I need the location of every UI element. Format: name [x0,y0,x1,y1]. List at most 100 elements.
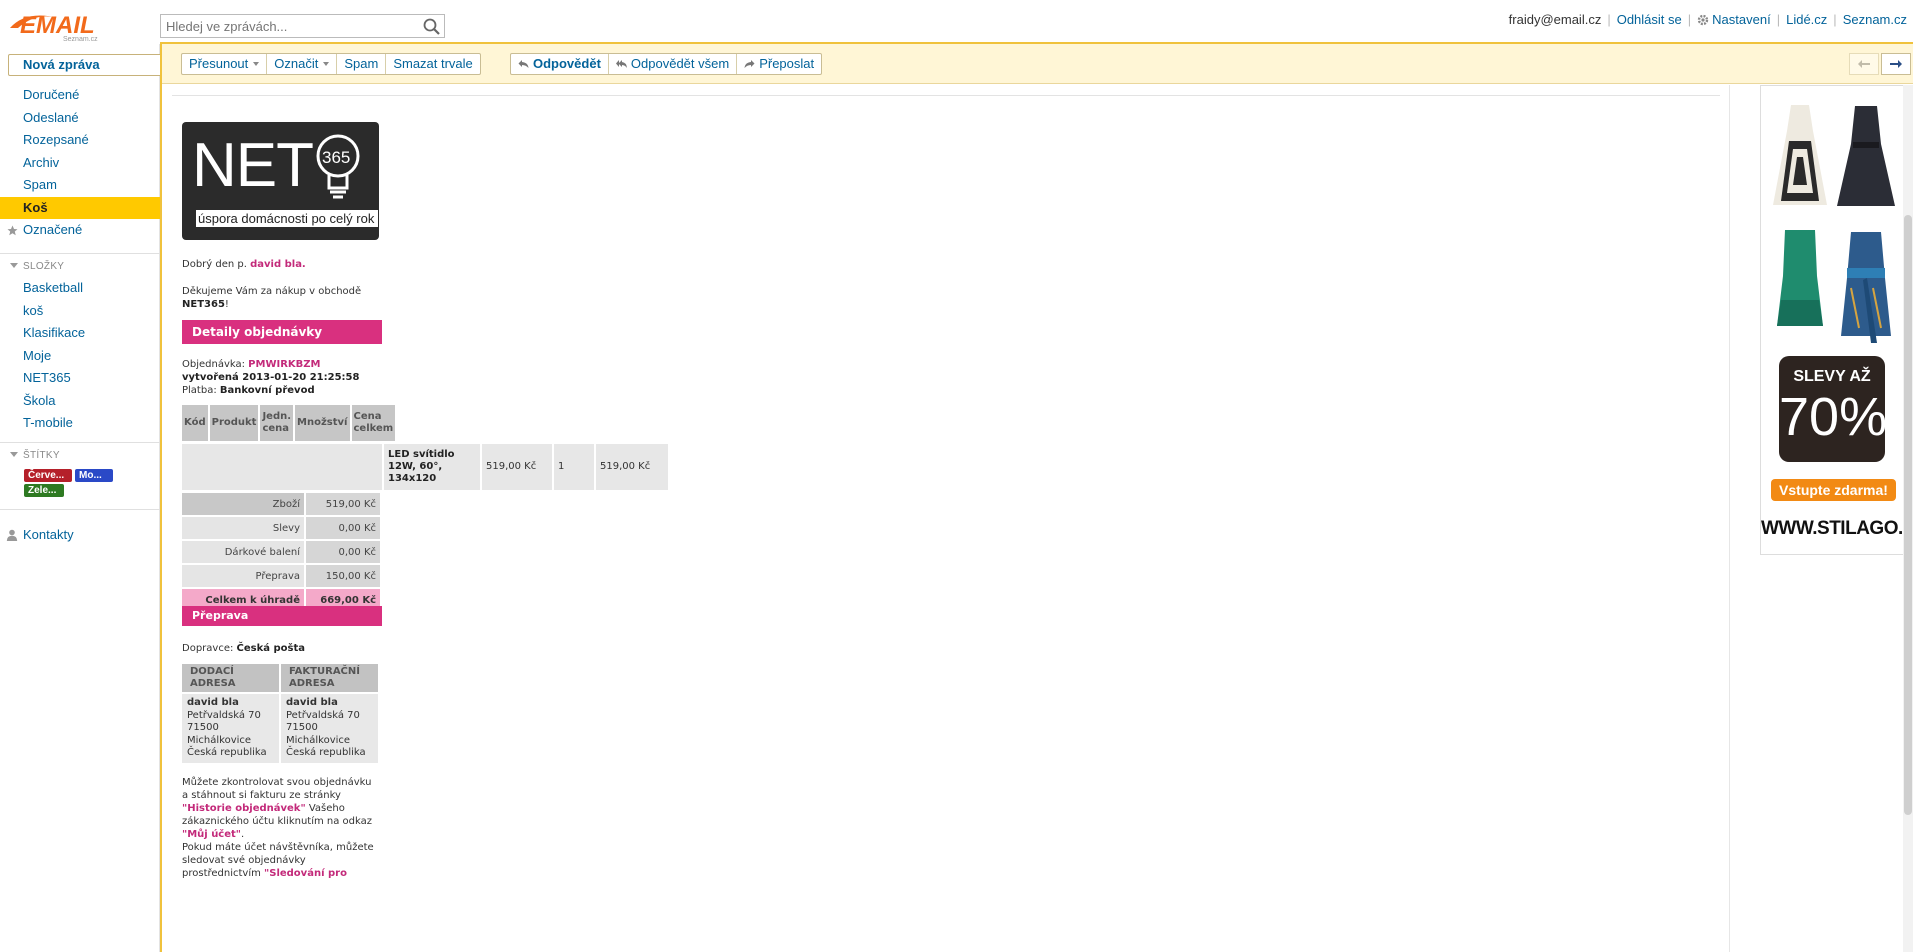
advertisement[interactable]: SLEVY AŽ 70% Vstupte zdarma! WWW.STILAGO… [1760,85,1913,555]
divider [0,509,160,510]
user-folders: Basketball koš Klasifikace Moje NET365 Š… [0,277,160,435]
sidebar-item-drafts[interactable]: Rozepsané [0,129,160,152]
contacts-link[interactable]: Kontakty [6,527,74,542]
logout-link[interactable]: Odhlásit se [1617,12,1682,27]
sidebar: Nová zpráva Doručené Odeslané Rozepsané … [0,44,164,952]
product-total: 519,00 Kč [596,444,668,490]
reply-all-icon [615,60,627,68]
delivery-address: david bla Petřvaldská 70 71500 Michálkov… [182,694,279,763]
col-product: Produkt [209,405,259,441]
forward-button[interactable]: Přeposlat [737,54,821,74]
reply-all-button[interactable]: Odpovědět všem [609,54,738,74]
carrier-info: Dopravce: Česká pošta [182,643,305,654]
prev-message-button[interactable] [1849,53,1879,75]
compose-button[interactable]: Nová zpráva [8,54,164,76]
order-history-text: Můžete zkontrolovat svou objednávku a st… [182,777,373,840]
dress-image [1837,106,1895,206]
table-row: LED svítidlo 12W, 60°, 134x120 519,00 Kč… [182,444,668,490]
divider [0,253,160,254]
logo-tagline: úspora domácnosti po celý rok [196,210,378,227]
col-qty: Množství [295,405,350,441]
arrow-right-icon [1890,60,1902,68]
main-panel: Přesunout Označit Spam Smazat trvale Odp… [160,42,1913,952]
sidebar-item-flagged[interactable]: Označené [0,219,160,242]
folders-heading[interactable]: SLOŽKY [10,261,64,272]
billing-address-heading: FAKTURAČNÍ ADRESA [281,664,378,692]
ad-cta-button[interactable]: Vstupte zdarma! [1771,479,1896,501]
dress-image [1841,232,1891,343]
sidebar-item-basketball[interactable]: Basketball [0,277,160,300]
search-input[interactable] [161,15,411,37]
message-nav [1847,53,1911,75]
svg-text:Seznam.cz: Seznam.cz [63,36,98,42]
people-link[interactable]: Lidé.cz [1786,12,1827,27]
mark-button[interactable]: Označit [267,54,338,74]
greeting: Dobrý den p. david bla. [182,259,306,270]
sidebar-item-spam[interactable]: Spam [0,174,160,197]
action-group: Přesunout Označit Spam Smazat trvale [181,53,481,75]
sidebar-item-skola[interactable]: Škola [0,390,160,413]
reply-group: Odpovědět Odpovědět všem Přeposlat [510,53,823,75]
reply-icon [518,60,529,68]
sidebar-item-label: Označené [23,222,83,237]
logo-text: NET [192,131,314,200]
order-info: Objednávka: PMWIRKBZM vytvořená 2013-01-… [182,359,360,396]
sidebar-item-klasifikace[interactable]: Klasifikace [0,322,160,345]
order-details-heading: Detaily objednávky [182,320,382,344]
move-button[interactable]: Přesunout [182,54,268,74]
table-row: Dárkové balení 0,00 Kč [182,541,380,563]
sidebar-item-net365[interactable]: NET365 [0,367,160,390]
chevron-down-icon [323,62,330,66]
lightbulb-icon: 365 [316,134,360,199]
sidebar-item-moje[interactable]: Moje [0,345,160,368]
message-toolbar: Přesunout Označit Spam Smazat trvale Odp… [162,44,1913,84]
order-created: vytvořená 2013-01-20 21:25:58 [182,372,360,383]
thanks-text: Děkujeme Vám za nákup v obchodě NET365! [182,286,362,310]
delivery-address-heading: DODACÍ ADRESA [182,664,279,692]
scrollbar-thumb[interactable] [1904,215,1912,815]
person-icon [6,529,18,541]
search-box[interactable] [160,14,445,38]
delete-permanently-button[interactable]: Smazat trvale [386,54,479,74]
tracking-link[interactable]: "Sledování pro [264,868,347,879]
scrollbar[interactable] [1903,85,1913,952]
ad-url: WWW.STILAGO.CZ [1761,518,1913,539]
forward-icon [744,60,755,68]
user-email: fraidy@email.cz [1508,12,1602,27]
top-bar: EMAIL Seznam.cz fraidy@email.cz | Odhlás… [0,0,1913,44]
address-table: DODACÍ ADRESA FAKTURAČNÍ ADRESA david bl… [180,662,380,765]
sale-badge: SLEVY AŽ 70% [1779,356,1887,462]
email-logo[interactable]: EMAIL Seznam.cz [6,6,124,42]
spam-button[interactable]: Spam [337,54,387,74]
product-name: LED svítidlo 12W, 60°, 134x120 [384,444,480,490]
contacts-label: Kontakty [23,527,74,542]
next-message-button[interactable] [1881,53,1911,75]
col-code: Kód [182,405,208,441]
search-icon[interactable] [422,17,441,36]
svg-text:EMAIL: EMAIL [20,12,95,39]
label-chip-green[interactable]: Zele... [24,484,64,497]
sidebar-item-sent[interactable]: Odeslané [0,107,160,130]
label-chip-red[interactable]: Červe... [24,469,72,482]
reply-button[interactable]: Odpovědět [511,54,609,74]
divider [0,442,160,443]
sidebar-item-trash[interactable]: Koš [0,196,160,219]
product-qty: 1 [554,444,594,490]
billing-address: david bla Petřvaldská 70 71500 Michálkov… [281,694,378,763]
label-chip-blue[interactable]: Mo... [75,469,113,482]
net365-logo: NET 365 úspora domácnosti po celý rok [182,122,379,240]
my-account-link[interactable]: "Můj účet" [182,829,241,840]
sidebar-item-inbox[interactable]: Doručené [0,84,160,107]
gear-icon [1697,14,1709,25]
seznam-link[interactable]: Seznam.cz [1843,12,1907,27]
settings-link[interactable]: Nastavení [1712,12,1771,27]
sidebar-item-kos[interactable]: koš [0,300,160,323]
sidebar-item-archive[interactable]: Archiv [0,152,160,175]
star-icon [7,225,18,236]
customer-name: david bla. [250,259,306,270]
table-row: Zboží 519,00 Kč [182,493,380,515]
labels-heading[interactable]: ŠTÍTKY [10,450,60,461]
order-history-link[interactable]: "Historie objednávek" [182,803,306,814]
shipping-heading: Přeprava [182,606,382,626]
sidebar-item-tmobile[interactable]: T-mobile [0,412,160,435]
